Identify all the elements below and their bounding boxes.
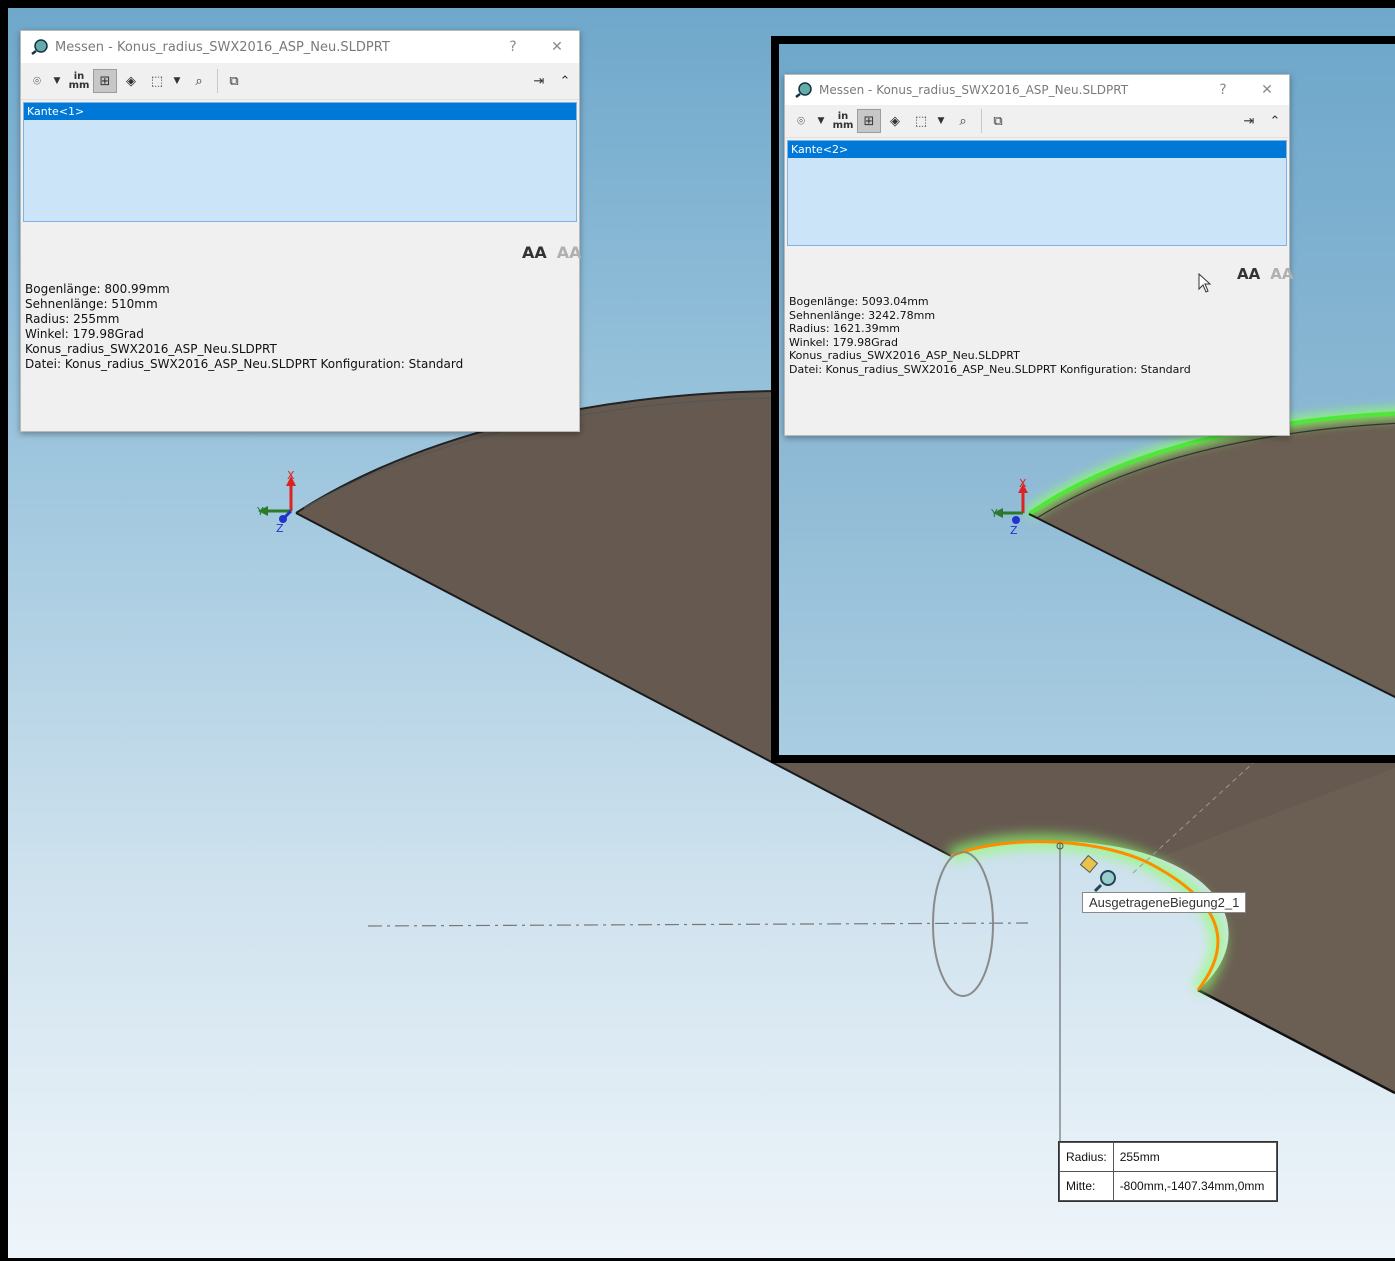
dialog-toolbar: ⌾ ▼ in mm ⊞ ◈ ⬚ ▼ ⌕ ⧉ ⇥ ⌃ xyxy=(785,105,1289,138)
decrease-font-icon[interactable]: AA xyxy=(1270,265,1293,283)
selection-list[interactable]: Kante<2> xyxy=(787,140,1287,246)
unit-bottom-label: mm xyxy=(68,80,90,91)
selected-entity[interactable]: Kante<1> xyxy=(24,103,576,120)
create-sensor-icon[interactable]: ⧉ xyxy=(986,109,1010,133)
measure-history-icon[interactable]: ⌕ xyxy=(187,69,211,93)
units-precision-button[interactable]: in mm xyxy=(67,69,91,93)
result-line: Sehnenlänge: 3242.78mm xyxy=(789,308,936,322)
collapse-icon[interactable]: ⌃ xyxy=(553,69,577,93)
triad-y-label: Y xyxy=(990,507,998,520)
result-line: Winkel: 179.98Grad xyxy=(789,335,898,349)
show-xyz-icon[interactable]: ⊞ xyxy=(857,109,881,133)
increase-font-icon[interactable]: AA xyxy=(1237,265,1260,283)
toolbar-separator xyxy=(981,109,982,133)
result-line: Datei: Konus_radius_SWX2016_ASP_Neu.SLDP… xyxy=(789,362,1191,376)
selection-list[interactable]: Kante<1> xyxy=(23,102,577,222)
dialog-titlebar[interactable]: Messen - Konus_radius_SWX2016_ASP_Neu.SL… xyxy=(21,31,579,63)
create-sensor-icon[interactable]: ⧉ xyxy=(222,69,246,93)
dialog-title: Messen - Konus_radius_SWX2016_ASP_Neu.SL… xyxy=(55,39,390,55)
collapse-icon[interactable]: ⌃ xyxy=(1263,109,1287,133)
triad-y-label: Y xyxy=(256,505,264,518)
callout-radius-label: Radius: xyxy=(1059,1142,1114,1172)
dialog-title: Messen - Konus_radius_SWX2016_ASP_Neu.SL… xyxy=(819,83,1129,97)
triad-z-label: Z xyxy=(1010,524,1018,537)
close-button[interactable]: ✕ xyxy=(535,39,579,55)
projection-icon[interactable]: ⬚ xyxy=(145,69,169,93)
result-line: Bogenlänge: 5093.04mm xyxy=(789,295,929,308)
dialog-titlebar[interactable]: Messen - Konus_radius_SWX2016_ASP_Neu.SL… xyxy=(785,75,1289,105)
result-line: Radius: 1621.39mm xyxy=(789,322,901,335)
inset-view: X Y Z Messen - Konus_radius_SWX2016_ASP_… xyxy=(771,36,1395,763)
arc-circle-options-icon[interactable]: ⌾ xyxy=(25,69,49,93)
result-line: Datei: Konus_radius_SWX2016_ASP_Neu.SLDP… xyxy=(25,357,464,371)
graphics-viewport[interactable]: X Y Z AusgetrageneBiegung2_1 Radius: 255… xyxy=(8,8,1395,1258)
callout-center-value: -800mm,-1407.34mm,0mm xyxy=(1112,1171,1277,1201)
feature-tag: AusgetrageneBiegung2_1 xyxy=(1082,892,1247,913)
callout-radius-value: 255mm xyxy=(1112,1142,1277,1172)
point-to-point-icon[interactable]: ◈ xyxy=(119,69,143,93)
coordinate-triad: X Y Z xyxy=(990,477,1028,537)
measure-history-icon[interactable]: ⌕ xyxy=(951,109,975,133)
point-to-point-icon[interactable]: ◈ xyxy=(883,109,907,133)
measure-results: Bogenlänge: 800.99mm Sehnenlänge: 510mm … xyxy=(25,282,463,372)
result-line: Radius: 255mm xyxy=(25,312,120,326)
mouse-cursor-icon xyxy=(1198,273,1212,293)
callout-center-label: Mitte: xyxy=(1059,1171,1114,1201)
close-button[interactable]: ✕ xyxy=(1245,82,1289,98)
help-button[interactable]: ? xyxy=(491,39,535,55)
chevron-down-icon[interactable]: ▼ xyxy=(815,109,827,133)
decrease-font-icon[interactable]: AA xyxy=(557,243,582,262)
measure-results: Bogenlänge: 5093.04mm Sehnenlänge: 3242.… xyxy=(789,295,1191,376)
result-line: Bogenlänge: 800.99mm xyxy=(25,282,170,296)
result-line: Winkel: 179.98Grad xyxy=(25,327,144,341)
triad-x-label: X xyxy=(287,469,295,482)
triad-x-label: X xyxy=(1019,477,1027,490)
selected-entity[interactable]: Kante<2> xyxy=(788,141,1286,158)
arc-circle-options-icon[interactable]: ⌾ xyxy=(789,109,813,133)
measure-app-icon xyxy=(31,39,48,55)
unit-bottom-label: mm xyxy=(832,120,854,131)
font-size-controls: AA AA xyxy=(1237,265,1293,283)
chevron-down-icon[interactable]: ▼ xyxy=(935,109,947,133)
result-line: Sehnenlänge: 510mm xyxy=(25,297,158,311)
triad-z-label: Z xyxy=(276,522,284,535)
measure-app-icon xyxy=(795,82,812,98)
units-precision-button[interactable]: in mm xyxy=(831,109,855,133)
increase-font-icon[interactable]: AA xyxy=(522,243,547,262)
chevron-down-icon[interactable]: ▼ xyxy=(51,69,63,93)
projection-icon[interactable]: ⬚ xyxy=(909,109,933,133)
result-line: Konus_radius_SWX2016_ASP_Neu.SLDPRT xyxy=(25,342,277,356)
radius-callout: Radius: 255mm Mitte: -800mm,-1407.34mm,0… xyxy=(1058,1141,1278,1202)
toolbar-separator xyxy=(217,69,218,93)
coordinate-triad: X Y Z xyxy=(256,469,296,535)
dialog-toolbar: ⌾ ▼ in mm ⊞ ◈ ⬚ ▼ ⌕ ⧉ ⇥ ⌃ xyxy=(21,63,579,100)
pin-icon[interactable]: ⇥ xyxy=(527,69,551,93)
axis-circle xyxy=(932,851,994,997)
show-xyz-icon[interactable]: ⊞ xyxy=(93,69,117,93)
pin-icon[interactable]: ⇥ xyxy=(1237,109,1261,133)
chevron-down-icon[interactable]: ▼ xyxy=(171,69,183,93)
measure-dialog[interactable]: Messen - Konus_radius_SWX2016_ASP_Neu.SL… xyxy=(20,30,582,432)
font-size-controls: AA AA xyxy=(522,243,582,262)
measure-dialog-inset[interactable]: Messen - Konus_radius_SWX2016_ASP_Neu.SL… xyxy=(784,74,1293,436)
result-line: Konus_radius_SWX2016_ASP_Neu.SLDPRT xyxy=(789,349,1020,362)
measure-tool-icon xyxy=(1079,854,1116,893)
help-button[interactable]: ? xyxy=(1201,82,1245,98)
